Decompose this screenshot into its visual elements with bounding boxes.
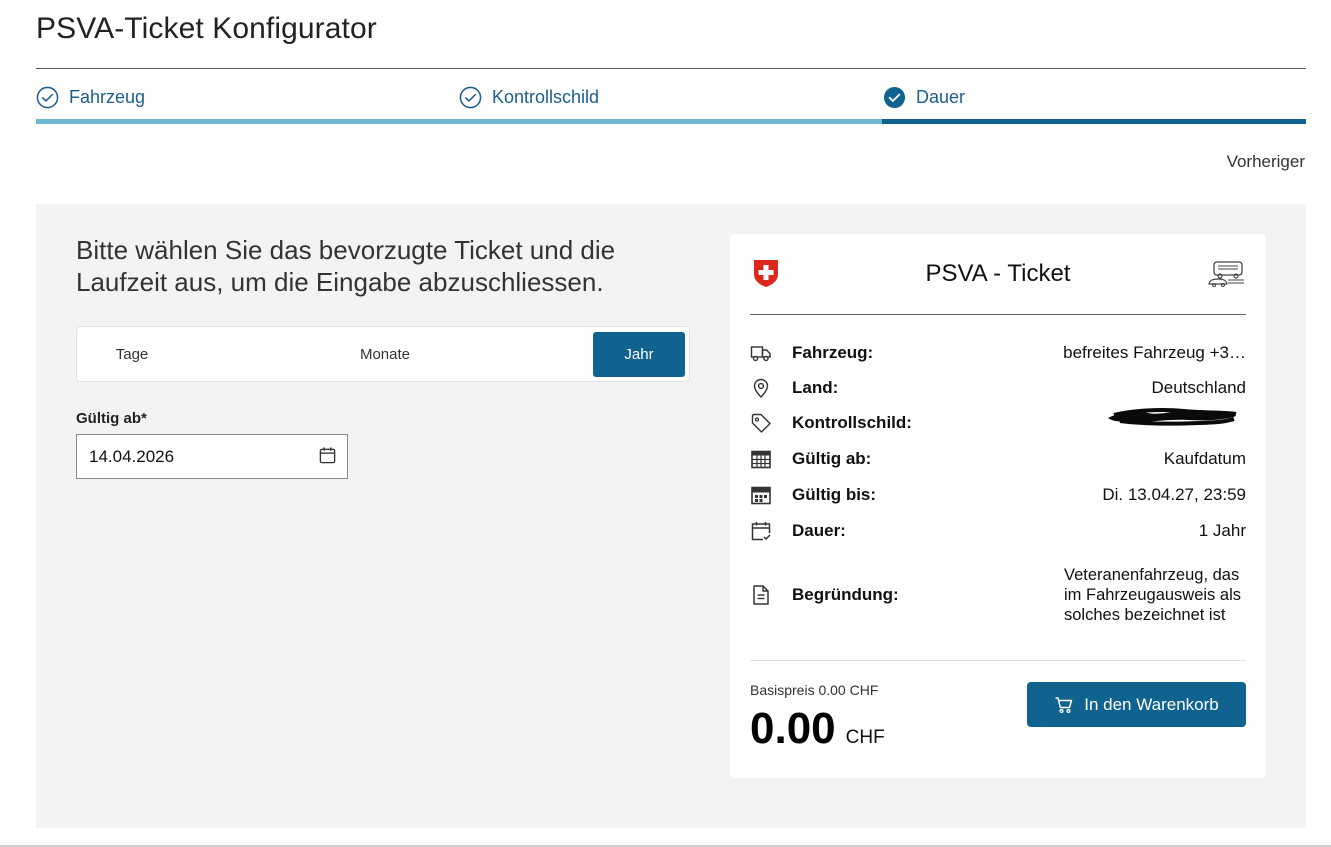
price-currency: CHF xyxy=(845,727,885,748)
check-circle-icon xyxy=(459,86,482,108)
row-label: Kontrollschild: xyxy=(792,413,912,432)
row-value: befreites Fahrzeug +3… xyxy=(1063,343,1246,362)
duration-option-tage[interactable]: Tage xyxy=(82,332,182,377)
valid-from-input[interactable]: 14.04.2026 xyxy=(76,434,348,479)
row-value: Deutschland xyxy=(1151,378,1246,397)
row-label: Begründung: xyxy=(792,585,899,604)
duration-option-jahr[interactable]: Jahr xyxy=(593,332,685,377)
row-label: Gültig bis: xyxy=(792,485,877,504)
row-dauer: Dauer: 1 Jahr xyxy=(750,520,1246,542)
cart-icon xyxy=(1055,696,1073,713)
ticket-summary-card: PSVA - Ticket Fahrzeug: befreites Fahrze… xyxy=(730,234,1266,778)
row-value: Veteranenfahrzeug, das im Fahrzeugauswei… xyxy=(1064,566,1241,624)
stepper: Fahrzeug Kontrollschild Dauer xyxy=(36,82,1306,124)
duration-selector: Tage Monate Jahr xyxy=(76,326,690,382)
card-divider xyxy=(750,314,1246,315)
row-value: Kaufdatum xyxy=(1163,449,1246,468)
page-title: PSVA-Ticket Konfigurator xyxy=(36,12,377,45)
title-divider xyxy=(36,68,1306,69)
row-value: 1 Jahr xyxy=(1198,521,1246,540)
row-value: Di. 13.04.27, 23:59 xyxy=(1102,485,1246,504)
base-price: Basispreis 0.00 CHF xyxy=(750,682,879,698)
add-to-cart-label: In den Warenkorb xyxy=(1084,694,1219,714)
calendar-icon[interactable] xyxy=(318,446,337,465)
step-progress-active xyxy=(882,119,1306,124)
row-gueltig-bis: Gültig bis: Di. 13.04.27, 23:59 xyxy=(750,484,1246,506)
check-circle-filled-icon xyxy=(883,86,906,108)
row-label: Fahrzeug: xyxy=(792,343,874,362)
row-land: Land: Deutschland xyxy=(750,377,1246,399)
add-to-cart-button[interactable]: In den Warenkorb xyxy=(1027,682,1246,727)
check-circle-icon xyxy=(36,86,59,108)
row-kontrollschild: Kontrollschild: xyxy=(750,408,1246,434)
step-label: Dauer xyxy=(916,86,966,107)
intro-text: Bitte wählen Sie das bevorzugte Ticket u… xyxy=(76,235,616,297)
price-amount: 0.00 xyxy=(750,704,836,753)
redaction-scribble xyxy=(1108,408,1237,426)
calendar-check-icon xyxy=(751,522,771,541)
row-label: Dauer: xyxy=(792,521,846,540)
valid-from-value: 14.04.2026 xyxy=(89,446,175,466)
step-dauer[interactable]: Dauer xyxy=(883,82,965,112)
row-fahrzeug: Fahrzeug: befreites Fahrzeug +3… xyxy=(750,342,1246,364)
calendar-grid-icon xyxy=(751,450,771,469)
price-divider xyxy=(750,660,1246,661)
row-begruendung: Begründung: Veteranenfahrzeug, das im Fa… xyxy=(750,554,1246,636)
step-label: Kontrollschild xyxy=(492,86,600,107)
step-fahrzeug[interactable]: Fahrzeug xyxy=(36,82,145,112)
calendar-icon xyxy=(751,486,771,505)
configurator-panel: Bitte wählen Sie das bevorzugte Ticket u… xyxy=(36,204,1306,828)
vehicles-icon xyxy=(1208,261,1244,288)
step-kontrollschild[interactable]: Kontrollschild xyxy=(459,82,599,112)
previous-button[interactable]: Vorheriger xyxy=(1227,152,1305,172)
card-title: PSVA - Ticket xyxy=(925,260,1071,287)
valid-from-label: Gültig ab* xyxy=(76,410,147,427)
step-label: Fahrzeug xyxy=(69,86,146,107)
row-gueltig-ab: Gültig ab: Kaufdatum xyxy=(750,448,1246,470)
row-label: Land: xyxy=(792,378,839,397)
tag-icon xyxy=(751,413,771,433)
row-label: Gültig ab: xyxy=(792,449,872,468)
truck-icon xyxy=(750,346,771,362)
duration-option-monate[interactable]: Monate xyxy=(330,332,440,377)
step-progress-done xyxy=(36,119,882,124)
total-price: 0.00 CHF xyxy=(750,704,885,754)
location-pin-icon xyxy=(753,378,769,398)
document-icon xyxy=(753,585,769,605)
